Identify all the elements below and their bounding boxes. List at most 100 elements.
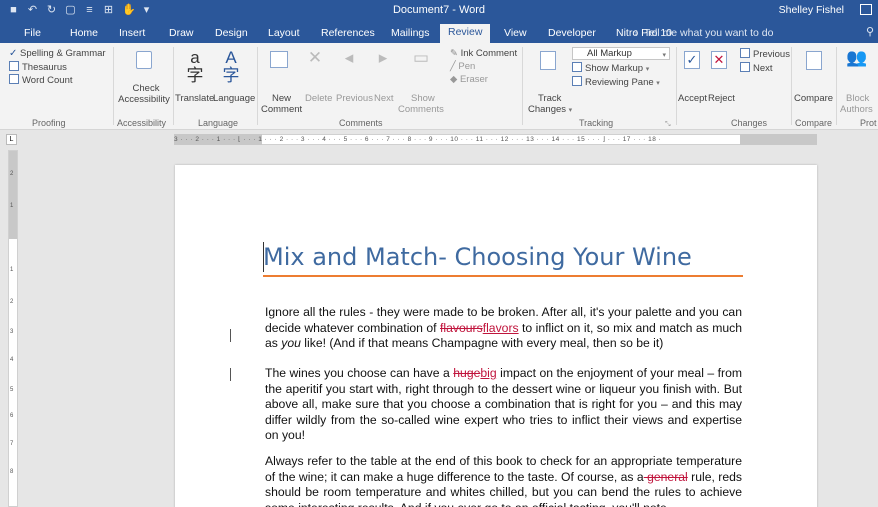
show-markup-button[interactable]: Show Markup ▾ xyxy=(572,62,649,75)
vruler-number: 2 xyxy=(10,171,14,177)
chevron-down-icon: ▾ xyxy=(662,52,666,59)
tab-mailings[interactable]: Mailings xyxy=(389,25,432,43)
track-changes-label2: Changes ▾ xyxy=(528,104,573,115)
translate-button[interactable]: Translate xyxy=(175,93,214,104)
next-change-button[interactable]: Next xyxy=(740,62,773,74)
display-for-review-dropdown[interactable]: All Markup ▾ xyxy=(572,47,670,60)
language-icon: A字 xyxy=(222,48,240,85)
document-heading[interactable]: Mix and Match- Choosing Your Wine xyxy=(263,243,692,271)
group-separator xyxy=(791,47,792,125)
user-name[interactable]: Shelley Fishel xyxy=(779,4,844,16)
tab-developer[interactable]: Developer xyxy=(546,25,598,43)
word-count-button[interactable]: Word Count xyxy=(9,74,73,86)
reviewing-pane-button[interactable]: Reviewing Pane ▾ xyxy=(572,76,660,89)
tab-design[interactable]: Design xyxy=(213,25,250,43)
show-comments-icon: ▭ xyxy=(412,48,430,67)
new-comment-icon xyxy=(270,51,288,68)
new-comment-label2: Comment xyxy=(261,104,303,115)
inserted-text: big xyxy=(480,366,497,380)
inserted-text: flavors xyxy=(482,320,519,335)
horizontal-ruler[interactable]: L 3 · · · 2 · · · 1 · · · ⌊ · · · 1 · · … xyxy=(0,131,878,148)
language-button[interactable]: Language xyxy=(213,93,255,104)
thesaurus-icon xyxy=(9,61,19,71)
proofing-group-label: Proofing xyxy=(32,118,66,128)
translate-icon: a字 xyxy=(186,48,204,85)
word-window: ■ ↶ ↻ ▢ ≡ ⊞ ✋ ▾ Document7 - Word Shelley… xyxy=(0,0,878,507)
accessibility-group-label: Accessibility xyxy=(117,118,167,128)
tracking-dialog-launcher-icon[interactable]: ⤡ xyxy=(665,119,671,130)
next-comment-button[interactable]: Next xyxy=(374,93,394,104)
vruler-number: 3 xyxy=(10,329,14,335)
vruler-number: 8 xyxy=(10,469,14,475)
paragraph-3[interactable]: Always refer to the table at the end of … xyxy=(265,454,742,507)
tab-references[interactable]: References xyxy=(319,25,377,43)
group-separator xyxy=(173,47,174,125)
protect-group-label: Prot xyxy=(860,118,877,128)
lightbulb-icon: ♀ xyxy=(632,27,640,39)
vruler-number: 7 xyxy=(10,441,14,447)
tab-view[interactable]: View xyxy=(502,25,529,43)
check-accessibility-icon xyxy=(136,51,152,69)
track-changes-button[interactable]: Track xyxy=(538,93,561,104)
chevron-down-icon: ▾ xyxy=(568,107,573,114)
reject-x-icon: ✕ xyxy=(713,52,725,67)
tab-stop-selector[interactable]: L xyxy=(6,134,17,145)
paragraph-1[interactable]: Ignore all the rules - they were made to… xyxy=(265,305,742,352)
accept-check-icon: ✓ xyxy=(686,52,698,67)
deleted-text: general xyxy=(643,469,688,484)
check-accessibility-button[interactable]: Check xyxy=(128,83,164,94)
new-comment-button[interactable]: New xyxy=(272,93,291,104)
vertical-ruler[interactable]: 2 1 1 2 3 4 5 6 7 8 xyxy=(8,150,18,507)
tell-me-text: Tell me what you want to do xyxy=(643,27,774,39)
track-changes-icon xyxy=(540,51,556,70)
pen-button[interactable]: ╱ Pen xyxy=(450,61,475,72)
heading-underline xyxy=(263,275,743,277)
accept-button[interactable]: Accept xyxy=(678,93,707,104)
group-separator xyxy=(113,47,114,125)
spelling-grammar-button[interactable]: ✓ Spelling & Grammar xyxy=(9,48,106,59)
document-page[interactable]: Mix and Match- Choosing Your Wine Ignore… xyxy=(175,165,817,507)
comments-group-label: Comments xyxy=(339,118,383,128)
language-group-label: Language xyxy=(198,118,239,128)
show-comments-label2: Comments xyxy=(398,104,444,115)
previous-change-button[interactable]: Previous xyxy=(740,48,790,60)
ribbon-display-options-icon[interactable] xyxy=(860,4,872,15)
ink-comment-icon: ✎ xyxy=(450,48,458,59)
compare-button[interactable]: Compare xyxy=(794,93,833,104)
tab-file[interactable]: File xyxy=(22,25,43,43)
group-separator xyxy=(676,47,677,125)
block-authors-button[interactable]: Block xyxy=(846,93,869,104)
block-authors-icon: 👥 xyxy=(846,48,868,67)
tab-home[interactable]: Home xyxy=(68,25,100,43)
ruler-numbers: 3 · · · 2 · · · 1 · · · ⌊ · · · 1 · · · … xyxy=(174,136,662,143)
block-authors-label2: Authors xyxy=(840,104,873,115)
vruler-number: 1 xyxy=(10,267,14,273)
tell-me-box[interactable]: ♀ Tell me what you want to do xyxy=(632,27,773,39)
group-separator xyxy=(836,47,837,125)
tracking-group-label: Tracking xyxy=(579,118,614,128)
vruler-number: 4 xyxy=(10,357,14,363)
tab-insert[interactable]: Insert xyxy=(117,25,147,43)
eraser-icon: ◆ xyxy=(450,74,458,85)
eraser-button[interactable]: ◆ Eraser xyxy=(450,74,488,85)
tab-review[interactable]: Review xyxy=(440,24,491,43)
changes-group-label: Changes xyxy=(731,118,768,128)
title-bar: ■ ↶ ↻ ▢ ≡ ⊞ ✋ ▾ Document7 - Word Shelley… xyxy=(0,0,878,22)
chevron-down-icon: ▾ xyxy=(656,80,660,87)
vruler-top-margin xyxy=(9,151,17,239)
document-title: Document7 - Word xyxy=(392,4,486,16)
word-count-icon xyxy=(9,74,19,84)
share-icon[interactable]: ⚲ xyxy=(866,25,874,38)
thesaurus-button[interactable]: Thesaurus xyxy=(9,61,67,73)
show-comments-button[interactable]: Show xyxy=(411,93,435,104)
delete-comment-button[interactable]: Delete xyxy=(305,93,332,104)
ink-comment-button[interactable]: ✎ Ink Comment xyxy=(450,48,517,59)
paragraph-2[interactable]: The wines you choose can have a hugebig … xyxy=(265,366,742,444)
reviewing-pane-icon xyxy=(572,76,582,86)
vruler-number: 2 xyxy=(10,299,14,305)
reject-button[interactable]: Reject xyxy=(708,93,735,104)
tab-layout[interactable]: Layout xyxy=(266,25,302,43)
deleted-text: flavours xyxy=(440,320,483,335)
tab-draw[interactable]: Draw xyxy=(167,25,196,43)
previous-comment-button[interactable]: Previous xyxy=(336,93,373,104)
